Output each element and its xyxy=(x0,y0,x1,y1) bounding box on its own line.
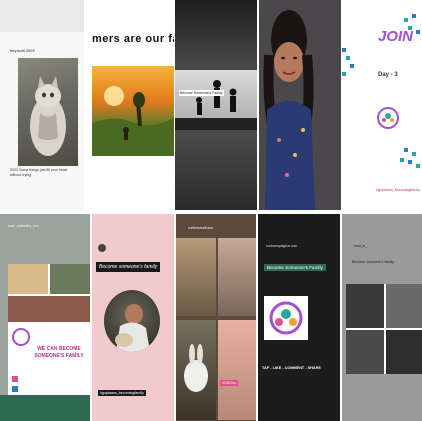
story-badge: Become Someone's Family xyxy=(179,90,224,96)
selfie-photo xyxy=(259,0,341,210)
story-grid: hey.kutti.2003 2003 Some things just fil… xyxy=(0,0,422,421)
story-tile-pets[interactable]: suhinesandhana #GBIZzz xyxy=(176,214,256,421)
avatar xyxy=(98,244,106,252)
story-cta: TAP - LIKE - COMMENT - SHARE xyxy=(262,366,321,370)
story-caption: 2003 Some things just fill your heart wi… xyxy=(10,168,68,177)
join-headline: JOIN xyxy=(378,28,414,45)
story-banner: Become someone's family xyxy=(96,262,161,272)
story-tile-collage[interactable]: mari_ballanika_sku WE CAN BECOME SOMEONE… xyxy=(0,214,90,421)
pet-photo-3 xyxy=(176,320,216,420)
logo-card xyxy=(264,296,308,340)
silhouette-photo xyxy=(175,70,257,130)
story-tile-sunset[interactable]: mers are our fa xyxy=(86,0,174,210)
join-day: Day - 3 xyxy=(378,72,398,78)
story-title: Become Someone's Family xyxy=(264,264,326,271)
story-username: suchanapalghar.com xyxy=(266,244,298,248)
story-tile-selfie[interactable] xyxy=(259,0,341,210)
story-username: suhinesandhana xyxy=(188,226,213,230)
story-tile-grey[interactable]: mari_in_ Become someone's family xyxy=(342,214,422,421)
story-tile-join[interactable]: JOIN Day - 3 #guptaans_becomingfamily xyxy=(342,0,422,210)
story-subtitle: Become someone's family xyxy=(352,260,394,264)
story-tile-pink[interactable]: Become someone's family #guptaans_becomi… xyxy=(92,214,174,421)
story-tile-cat[interactable]: hey.kutti.2003 2003 Some things just fil… xyxy=(0,0,84,210)
story-tag: #guptaans_becomingfamily xyxy=(98,390,146,396)
family-logo-icon xyxy=(269,301,303,335)
pet-photo-4 xyxy=(218,320,256,420)
pet-photo-1 xyxy=(176,238,216,316)
family-logo-icon xyxy=(376,106,400,130)
cat-photo xyxy=(18,58,78,166)
join-hashtags: #guptaans_becomingfamily xyxy=(376,188,420,192)
collage-card: WE CAN BECOME SOMEONE'S FAMILY xyxy=(8,264,90,404)
story-headline: mers are our fa xyxy=(92,33,174,45)
story-tag: #GBIZzz xyxy=(220,380,238,386)
sunset-photo xyxy=(92,66,174,156)
story-username: mari_in_ xyxy=(354,244,368,248)
story-tile-logo[interactable]: suchanapalghar.com Become Someone's Fami… xyxy=(258,214,340,421)
story-username: hey.kutti.2003 xyxy=(10,48,35,53)
story-tile-silhouette[interactable]: Become Someone's Family xyxy=(175,0,257,210)
story-username: mari_ballanika_sku xyxy=(8,224,39,228)
photo-collage xyxy=(346,284,422,374)
pet-photo-2 xyxy=(218,238,256,316)
circle-photo xyxy=(104,290,160,352)
collage-footer-text: WE CAN BECOME SOMEONE'S FAMILY xyxy=(34,346,84,359)
